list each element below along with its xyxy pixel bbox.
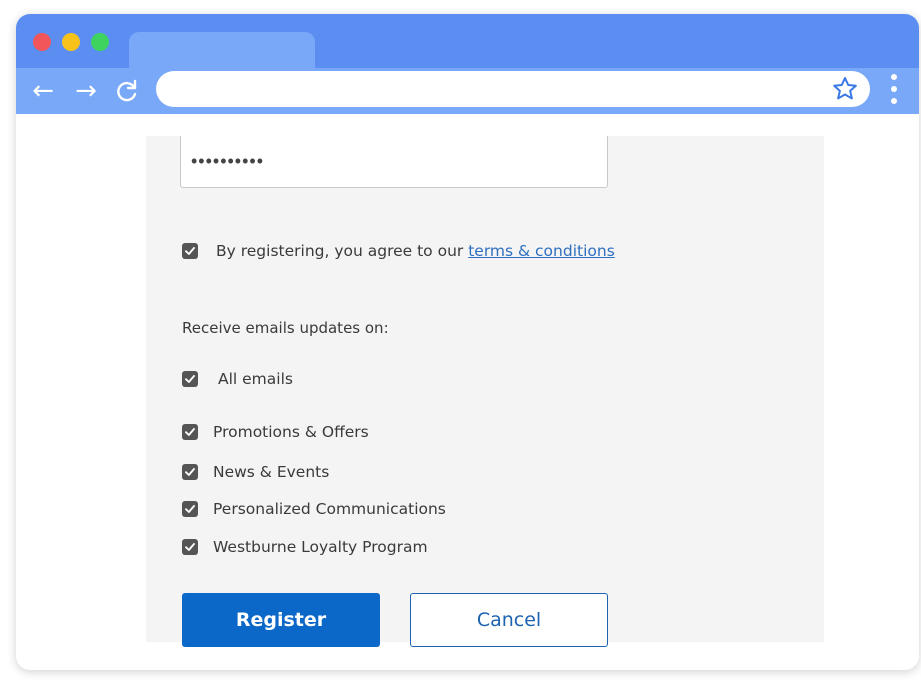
forward-arrow-icon[interactable]: → <box>71 74 101 108</box>
email-option-all[interactable]: All emails <box>182 367 293 391</box>
news-events-checkbox[interactable] <box>182 464 198 480</box>
maximize-window-dot[interactable] <box>91 33 109 51</box>
email-updates-heading: Receive emails updates on: <box>182 319 389 337</box>
cancel-button[interactable]: Cancel <box>410 593 608 647</box>
terms-checkbox[interactable] <box>182 243 198 259</box>
close-window-dot[interactable] <box>33 33 51 51</box>
registration-form: By registering, you agree to our terms &… <box>146 136 824 647</box>
email-option-promotions[interactable]: Promotions & Offers <box>182 420 369 444</box>
register-button[interactable]: Register <box>182 593 380 647</box>
kebab-menu-icon[interactable] <box>884 74 904 104</box>
star-icon[interactable] <box>828 72 862 106</box>
terms-conditions-link[interactable]: terms & conditions <box>468 242 615 260</box>
back-arrow-icon[interactable]: ← <box>28 74 58 108</box>
reload-icon[interactable] <box>112 74 142 108</box>
terms-checkbox-row[interactable]: By registering, you agree to our terms &… <box>182 239 615 263</box>
email-option-news[interactable]: News & Events <box>182 460 329 484</box>
all-emails-label: All emails <box>218 370 293 388</box>
password-field[interactable] <box>180 136 608 188</box>
promotions-checkbox[interactable] <box>182 424 198 440</box>
email-option-personalized[interactable]: Personalized Communications <box>182 497 446 521</box>
promotions-label: Promotions & Offers <box>213 423 369 441</box>
loyalty-checkbox[interactable] <box>182 539 198 555</box>
personalized-label: Personalized Communications <box>213 500 446 518</box>
terms-label: By registering, you agree to our terms &… <box>216 242 615 260</box>
news-events-label: News & Events <box>213 463 330 481</box>
browser-tab[interactable] <box>129 32 315 72</box>
browser-titlebar <box>16 14 919 72</box>
browser-window: ← → By registering, you agree to our ter… <box>16 14 919 670</box>
address-bar[interactable] <box>156 71 870 107</box>
email-option-loyalty[interactable]: Westburne Loyalty Program <box>182 535 428 559</box>
all-emails-checkbox[interactable] <box>182 371 198 387</box>
loyalty-label: Westburne Loyalty Program <box>213 538 428 556</box>
minimize-window-dot[interactable] <box>62 33 80 51</box>
personalized-checkbox[interactable] <box>182 501 198 517</box>
